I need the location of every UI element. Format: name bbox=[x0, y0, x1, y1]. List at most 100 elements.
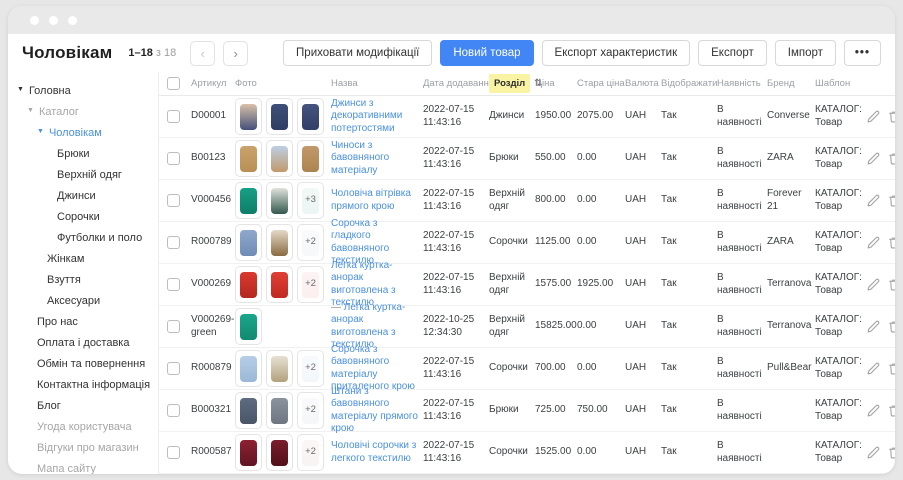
row-checkbox[interactable] bbox=[167, 110, 180, 123]
sidebar-item-головна[interactable]: ▼Головна bbox=[8, 80, 158, 101]
import-button[interactable]: Імпорт bbox=[775, 40, 836, 66]
sidebar-item-відгуки-про-магазин[interactable]: Відгуки про магазин bbox=[8, 437, 158, 458]
row-checkbox[interactable] bbox=[167, 152, 180, 165]
column-header-наявність[interactable]: Наявність bbox=[717, 78, 767, 89]
column-header-шаблон[interactable]: Шаблон bbox=[815, 78, 867, 89]
sidebar-item-каталог[interactable]: ▼Каталог bbox=[8, 101, 158, 122]
sidebar-item-аксесуари[interactable]: Аксесуари bbox=[8, 290, 158, 311]
product-photo-thumbnail[interactable] bbox=[235, 224, 262, 261]
product-photo-thumbnail[interactable] bbox=[297, 98, 324, 135]
delete-icon[interactable] bbox=[888, 152, 895, 165]
row-checkbox[interactable] bbox=[167, 362, 180, 375]
sidebar-item-обмін-та-повернення[interactable]: Обмін та повернення bbox=[8, 353, 158, 374]
column-header-дата-додавання[interactable]: Дата додавання bbox=[423, 78, 489, 89]
delete-icon[interactable] bbox=[888, 362, 895, 375]
more-photos-thumbnail[interactable]: +3 bbox=[297, 182, 324, 219]
sidebar-item-контактна-інформація[interactable]: Контактна інформація bbox=[8, 374, 158, 395]
product-photo-thumbnail[interactable] bbox=[297, 140, 324, 177]
column-header-відображати[interactable]: Відображати bbox=[661, 78, 717, 89]
column-header-артикул[interactable]: Артикул bbox=[191, 78, 235, 89]
edit-icon[interactable] bbox=[867, 278, 880, 291]
product-photo-thumbnail[interactable] bbox=[266, 350, 293, 387]
delete-icon[interactable] bbox=[888, 446, 895, 459]
sidebar-item-джинси[interactable]: Джинси bbox=[8, 185, 158, 206]
sidebar-item-мапа-сайту[interactable]: Мапа сайту bbox=[8, 458, 158, 474]
sidebar-item-жінкам[interactable]: Жінкам bbox=[8, 248, 158, 269]
edit-icon[interactable] bbox=[867, 110, 880, 123]
sidebar-item-верхній-одяг[interactable]: Верхній одяг bbox=[8, 164, 158, 185]
product-photo-thumbnail[interactable] bbox=[235, 182, 262, 219]
export-button[interactable]: Експорт bbox=[698, 40, 767, 66]
sidebar-item-сорочки[interactable]: Сорочки bbox=[8, 206, 158, 227]
new-product-button[interactable]: Новий товар bbox=[440, 40, 533, 66]
next-page-button[interactable]: › bbox=[223, 41, 248, 66]
product-photo-thumbnail[interactable] bbox=[235, 392, 262, 429]
row-checkbox[interactable] bbox=[167, 446, 180, 459]
edit-icon[interactable] bbox=[867, 446, 880, 459]
edit-icon[interactable] bbox=[867, 194, 880, 207]
product-photo-thumbnail[interactable] bbox=[266, 140, 293, 177]
delete-icon[interactable] bbox=[888, 236, 895, 249]
product-name-link[interactable]: Чоловічі сорочки з легкого текстилю bbox=[331, 440, 416, 464]
column-header-ціна[interactable]: Ціна bbox=[535, 78, 577, 89]
more-photos-thumbnail[interactable]: +2 bbox=[297, 392, 324, 429]
row-checkbox[interactable] bbox=[167, 236, 180, 249]
template-line1: КАТАЛОГ: bbox=[815, 398, 863, 411]
edit-icon[interactable] bbox=[867, 362, 880, 375]
column-header-стара-ціна[interactable]: Стара ціна bbox=[577, 78, 625, 89]
product-photo-thumbnail[interactable] bbox=[266, 434, 293, 471]
edit-icon[interactable] bbox=[867, 152, 880, 165]
sidebar-item-угода-користувача[interactable]: Угода користувача bbox=[8, 416, 158, 437]
select-all-checkbox[interactable] bbox=[167, 77, 180, 90]
more-photos-thumbnail[interactable]: +2 bbox=[297, 350, 324, 387]
hide-modifications-button[interactable]: Приховати модифікації bbox=[283, 40, 432, 66]
sidebar-item-взуття[interactable]: Взуття bbox=[8, 269, 158, 290]
product-photo-thumbnail[interactable] bbox=[266, 392, 293, 429]
edit-icon[interactable] bbox=[867, 320, 880, 333]
more-photos-thumbnail[interactable]: +2 bbox=[297, 224, 324, 261]
prev-page-button[interactable]: ‹ bbox=[190, 41, 215, 66]
sidebar-item-про-нас[interactable]: Про нас bbox=[8, 311, 158, 332]
edit-icon[interactable] bbox=[867, 236, 880, 249]
column-header-назва[interactable]: Назва bbox=[331, 78, 423, 89]
sidebar-item-футболки-и-поло[interactable]: Футболки и поло bbox=[8, 227, 158, 248]
sidebar-item-label: Футболки и поло bbox=[57, 232, 142, 244]
product-photo-thumbnail[interactable] bbox=[266, 182, 293, 219]
product-photo-thumbnail[interactable] bbox=[266, 98, 293, 135]
column-header-фото[interactable]: Фото bbox=[235, 78, 331, 89]
product-photo-thumbnail[interactable] bbox=[266, 266, 293, 303]
product-photo-thumbnail[interactable] bbox=[235, 308, 262, 345]
column-header-бренд[interactable]: Бренд bbox=[767, 78, 815, 89]
product-name-link[interactable]: Чоловіча вітрівка прямого крою bbox=[331, 188, 411, 212]
sidebar-item-чоловікам[interactable]: ▼Чоловікам bbox=[8, 122, 158, 143]
row-checkbox[interactable] bbox=[167, 320, 180, 333]
delete-icon[interactable] bbox=[888, 110, 895, 123]
export-characteristics-button[interactable]: Експорт характеристик bbox=[542, 40, 691, 66]
column-header-валюта[interactable]: Валюта bbox=[625, 78, 661, 89]
more-photos-thumbnail[interactable]: +2 bbox=[297, 434, 324, 471]
product-name-link[interactable]: Джинси з декоративними потертостями bbox=[331, 98, 402, 134]
product-photo-thumbnail[interactable] bbox=[235, 266, 262, 303]
row-select-cell bbox=[167, 152, 191, 165]
more-photos-thumbnail[interactable]: +2 bbox=[297, 266, 324, 303]
product-photo-thumbnail[interactable] bbox=[235, 98, 262, 135]
product-photo-thumbnail[interactable] bbox=[235, 350, 262, 387]
product-name-link[interactable]: Чиноси з бавовняного матеріалу bbox=[331, 140, 389, 176]
product-photo-thumbnail[interactable] bbox=[266, 224, 293, 261]
product-photo-thumbnail[interactable] bbox=[235, 140, 262, 177]
delete-icon[interactable] bbox=[888, 320, 895, 333]
delete-icon[interactable] bbox=[888, 404, 895, 417]
row-checkbox[interactable] bbox=[167, 404, 180, 417]
more-button[interactable]: ••• bbox=[844, 40, 881, 66]
sidebar-item-блог[interactable]: Блог bbox=[8, 395, 158, 416]
column-header-розділ[interactable]: Розділ⇅ bbox=[489, 78, 535, 89]
delete-icon[interactable] bbox=[888, 278, 895, 291]
product-photo-thumbnail[interactable] bbox=[235, 434, 262, 471]
delete-icon[interactable] bbox=[888, 194, 895, 207]
product-name-link[interactable]: Штани з бавовняного матеріалу прямого кр… bbox=[331, 386, 418, 435]
row-checkbox[interactable] bbox=[167, 194, 180, 207]
sidebar-item-оплата-і-доставка[interactable]: Оплата і доставка bbox=[8, 332, 158, 353]
row-checkbox[interactable] bbox=[167, 278, 180, 291]
sidebar-item-брюки[interactable]: Брюки bbox=[8, 143, 158, 164]
edit-icon[interactable] bbox=[867, 404, 880, 417]
